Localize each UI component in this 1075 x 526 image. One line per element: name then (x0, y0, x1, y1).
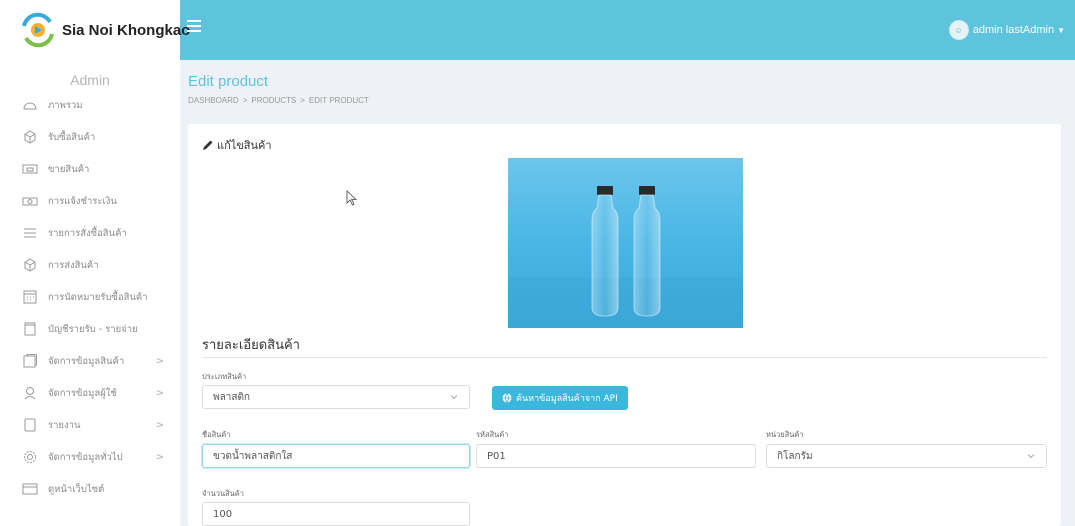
list-icon (22, 226, 38, 240)
register-icon (22, 162, 38, 176)
chevron-down-icon (450, 395, 458, 400)
sidebar-item-general-settings[interactable]: จัดการข้อมูลทั่วไป > (0, 441, 180, 473)
code-label: รหัสสินค้า (476, 430, 509, 439)
chevron-down-icon (1027, 454, 1035, 459)
user-menu[interactable]: ☺ admin lastAdmin ▼ (948, 20, 1065, 40)
card-title: แก้ไขสินค้า (202, 136, 272, 154)
unit-label: หน่วยสินค้า (766, 430, 804, 439)
sidebar-item-buy-products[interactable]: รับซื้อสินค้า (0, 121, 180, 153)
user-icon (22, 386, 38, 400)
sidebar-item-overview[interactable]: ภาพรวม (0, 89, 180, 121)
category-label: ประเภทสินค้า (202, 372, 247, 381)
breadcrumb-separator: > (242, 96, 248, 105)
brand-logo-icon (20, 12, 56, 48)
chevron-right-icon: > (155, 451, 164, 463)
chevron-right-icon: > (155, 355, 164, 367)
breadcrumb-dashboard[interactable]: DASHBOARD (188, 96, 239, 105)
sidebar-item-payment-notice[interactable]: การแจ้งชำระเงิน (0, 185, 180, 217)
sidebar-item-manage-users[interactable]: จัดการข้อมูลผู้ใช้ > (0, 377, 180, 409)
sidebar-item-accounts[interactable]: บัญชีรายรับ - รายจ่าย (0, 313, 180, 345)
sidebar-item-reports[interactable]: รายงาน > (0, 409, 180, 441)
user-name: admin lastAdmin (972, 24, 1055, 36)
sidebar-item-view-website[interactable]: ดูหน้าเว็บไซต์ (0, 473, 180, 505)
product-code-input[interactable]: P01 (476, 444, 756, 468)
quantity-label: จำนวนสินค้า (202, 489, 245, 498)
dashboard-icon (22, 98, 38, 112)
breadcrumb: DASHBOARD > PRODUCTS > EDIT PRODUCT (188, 96, 369, 105)
sidebar-item-shipping[interactable]: การส่งสินค้า (0, 249, 180, 281)
product-image[interactable] (508, 158, 743, 328)
menu-toggle-icon[interactable] (187, 20, 201, 34)
sidebar: Admin ภาพรวม รับซื้อสินค้า ขายสินค้า การ… (0, 60, 180, 526)
gear-icon (22, 450, 38, 464)
sidebar-title: Admin (70, 72, 110, 88)
mouse-cursor-icon (346, 190, 358, 206)
name-label: ชื่อสินค้า (202, 430, 231, 439)
pencil-icon (203, 140, 213, 150)
breadcrumb-products[interactable]: PRODUCTS (251, 96, 296, 105)
product-name-input[interactable]: ขวดน้ำพลาสติกใส (202, 444, 470, 468)
breadcrumb-separator: > (300, 96, 305, 105)
page-title: Edit product (188, 73, 269, 90)
top-bar: Sia Noi Khongkao ☺ admin lastAdmin ▼ (0, 0, 1075, 60)
breadcrumb-edit-product: EDIT PRODUCT (308, 96, 369, 105)
chevron-down-icon: ▼ (1057, 25, 1065, 35)
sidebar-item-orders[interactable]: รายการสั่งซื้อสินค้า (0, 217, 180, 249)
category-select[interactable]: พลาสติก (202, 385, 470, 409)
box-icon (22, 130, 38, 144)
edit-product-card: แก้ไขสินค้า รายละเอียดสินค้า ประเภทสินค้… (188, 124, 1061, 526)
globe-icon (502, 393, 512, 403)
book-icon (22, 322, 38, 336)
chevron-right-icon: > (155, 387, 164, 399)
monitor-icon (22, 482, 38, 496)
brand-name: Sia Noi Khongkao (62, 21, 191, 39)
money-icon (22, 194, 38, 208)
sidebar-item-appointments[interactable]: การนัดหมายรับซื้อสินค้า (0, 281, 180, 313)
report-icon (22, 418, 38, 432)
search-api-button[interactable]: ค้นหาข้อมูลสินค้าจาก API (492, 386, 628, 410)
box-icon (22, 258, 38, 272)
bottles-image (508, 186, 743, 328)
avatar: ☺ (948, 20, 969, 40)
section-title: รายละเอียดสินค้า (202, 338, 300, 353)
unit-select[interactable]: กิโลกรัม (766, 444, 1047, 468)
divider (202, 357, 1047, 358)
sidebar-item-manage-products[interactable]: จัดการข้อมูลสินค้า > (0, 345, 180, 377)
chevron-right-icon: > (155, 419, 164, 431)
quantity-input[interactable]: 100 (202, 502, 470, 526)
product-icon (22, 354, 38, 368)
sidebar-item-sell-products[interactable]: ขายสินค้า (0, 153, 180, 185)
calendar-icon (22, 290, 38, 304)
brand[interactable]: Sia Noi Khongkao (0, 0, 190, 60)
